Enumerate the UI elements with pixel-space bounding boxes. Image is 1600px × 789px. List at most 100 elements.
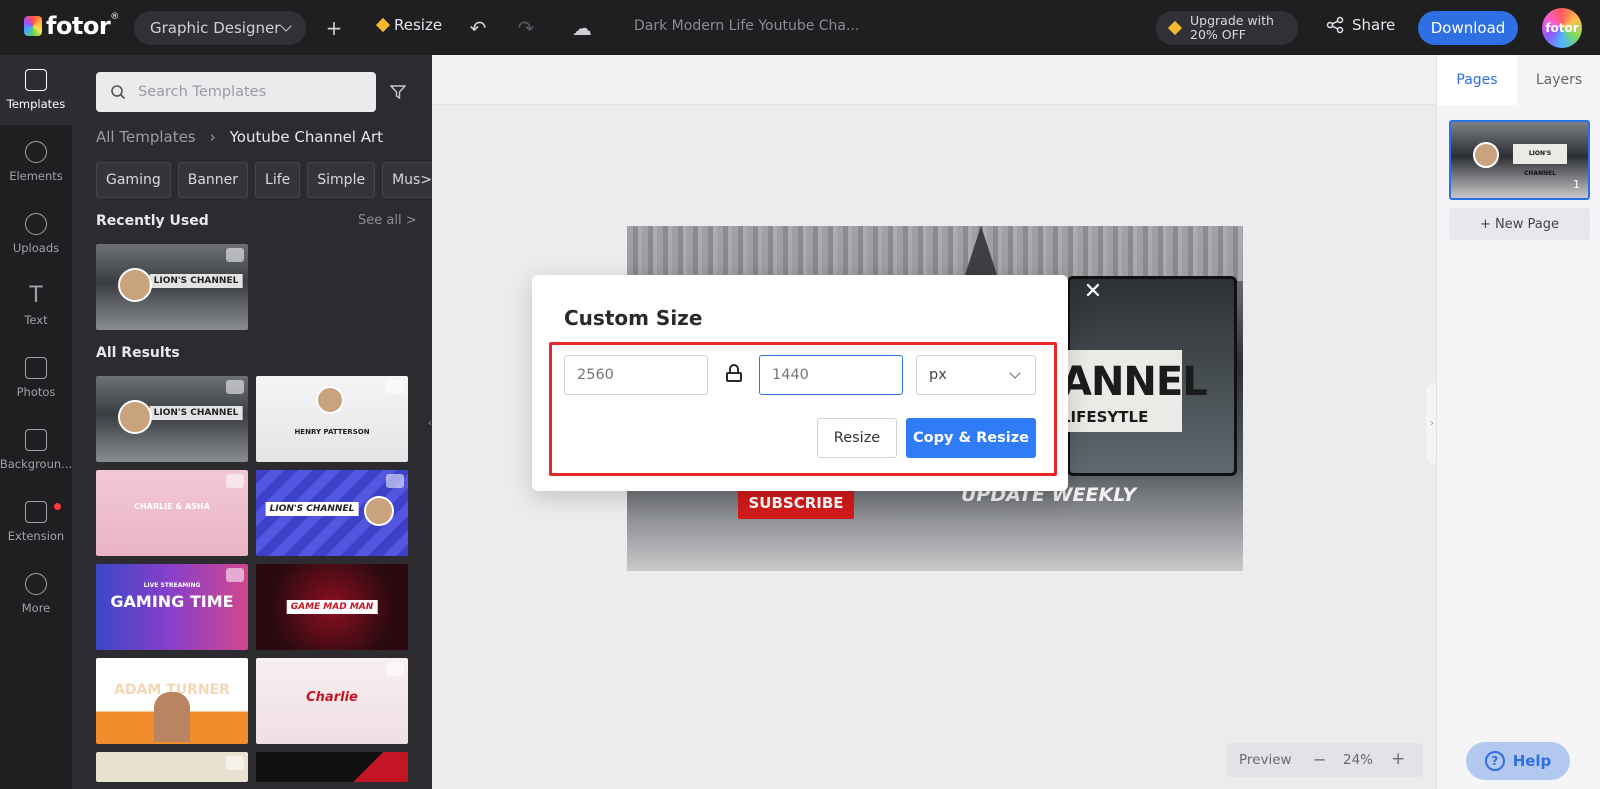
rail-item-background[interactable]: Backgroun...	[0, 415, 72, 485]
zoom-out-button[interactable]: −	[1313, 750, 1326, 769]
zoom-controls: Preview − 24% +	[1227, 743, 1423, 777]
category-chips: Gaming Banner Life Simple Mus>	[96, 162, 443, 198]
upload-icon	[25, 213, 47, 235]
favorite-icon[interactable]	[226, 248, 244, 262]
photo-icon	[25, 357, 47, 379]
fotor-logo[interactable]: fotor®	[24, 12, 119, 40]
close-icon[interactable]: ✕	[1082, 281, 1104, 303]
notification-dot	[54, 503, 61, 510]
thumb-title: LION'S CHANNEL	[265, 502, 359, 516]
elements-icon	[25, 141, 47, 163]
template-thumb[interactable]: HENRY PATTERSON	[256, 376, 408, 462]
recently-used-heading: Recently Used	[96, 213, 209, 229]
page-thumbnail[interactable]: LION'S CHANNEL 1	[1449, 120, 1590, 200]
chip-simple[interactable]: Simple	[307, 162, 376, 198]
channel-subtitle-text[interactable]: LIFESYTLE	[1057, 408, 1182, 426]
share-label: Share	[1352, 16, 1396, 34]
rail-item-photos[interactable]: Photos	[0, 343, 72, 413]
filter-icon[interactable]	[389, 85, 407, 100]
search-icon	[111, 85, 126, 100]
role-selector-label: Graphic Designer	[150, 19, 281, 37]
template-thumb[interactable]: CHARLIE & ASHA	[96, 470, 248, 556]
help-button[interactable]: ? Help	[1466, 742, 1570, 780]
document-title[interactable]: Dark Modern Life Youtube Cha...	[634, 18, 859, 34]
page-number: 1	[1573, 178, 1580, 191]
channel-title-text[interactable]: ANNEL	[1057, 362, 1208, 402]
template-thumb[interactable]: Charlie	[256, 658, 408, 744]
height-input[interactable]	[759, 355, 903, 395]
upgrade-button[interactable]: Upgrade with 20% OFF	[1156, 11, 1298, 45]
unit-select[interactable]: px	[916, 355, 1036, 395]
template-thumb[interactable]: LION'S CHANNEL	[96, 376, 248, 462]
template-thumb[interactable]	[256, 752, 408, 782]
favorite-icon[interactable]	[226, 662, 244, 676]
favorite-icon[interactable]	[226, 474, 244, 488]
copy-and-resize-button[interactable]: Copy & Resize	[906, 418, 1036, 458]
template-thumb[interactable]: ADAM TURNER	[96, 658, 248, 744]
chip-banner[interactable]: Banner	[177, 162, 249, 198]
upgrade-line-2: 20% OFF	[1190, 27, 1246, 42]
rail-item-templates[interactable]: Templates	[0, 55, 72, 125]
see-all-link[interactable]: See all >	[358, 213, 417, 228]
rail-label: Backgroun...	[0, 457, 73, 471]
template-thumb[interactable]: LIVE STREAMING GAMING TIME	[96, 564, 248, 650]
search-input[interactable]	[138, 84, 358, 100]
chevron-down-icon	[1009, 367, 1021, 379]
tab-layers[interactable]: Layers	[1517, 55, 1600, 105]
zoom-level[interactable]: 24%	[1343, 752, 1373, 768]
favorite-icon[interactable]	[226, 380, 244, 394]
premium-diamond-icon	[1167, 20, 1183, 36]
breadcrumb-current: Youtube Channel Art	[229, 128, 384, 146]
favorite-icon[interactable]	[386, 662, 404, 676]
pages-panel: Pages Layers LION'S CHANNEL 1 + New Page	[1436, 55, 1600, 789]
add-icon[interactable]: +	[322, 16, 346, 40]
help-label: Help	[1512, 752, 1552, 770]
redo-icon[interactable]: ↷	[514, 16, 538, 40]
preview-button[interactable]: Preview	[1239, 752, 1292, 768]
chevron-right-icon: ›	[209, 128, 216, 146]
resize-button[interactable]: Resize	[817, 418, 897, 458]
rail-label: Templates	[6, 97, 66, 111]
new-page-button[interactable]: + New Page	[1449, 208, 1590, 240]
share-button[interactable]: Share	[1326, 16, 1395, 34]
background-icon	[25, 429, 47, 451]
chip-life[interactable]: Life	[255, 162, 301, 198]
favorite-icon[interactable]	[386, 474, 404, 488]
favorite-icon[interactable]	[386, 380, 404, 394]
template-thumb-recent[interactable]: LION'S CHANNEL	[96, 244, 248, 330]
template-thumb[interactable]: GAME MAD MAN	[256, 564, 408, 650]
extension-icon	[25, 501, 47, 523]
favorite-icon[interactable]	[226, 568, 244, 582]
thumb-title: LION'S CHANNEL	[149, 406, 243, 420]
zoom-in-button[interactable]: +	[1391, 749, 1405, 769]
width-input[interactable]	[564, 355, 708, 395]
avatar[interactable]: fotor	[1542, 8, 1582, 48]
rail-item-text[interactable]: T Text	[0, 271, 72, 341]
favorite-icon[interactable]	[226, 756, 244, 770]
resize-button[interactable]: Resize	[375, 16, 442, 34]
template-thumb[interactable]	[96, 752, 248, 782]
chip-gaming[interactable]: Gaming	[96, 162, 171, 198]
share-icon	[1326, 16, 1344, 34]
rail-item-uploads[interactable]: Uploads	[0, 199, 72, 269]
search-box[interactable]	[96, 72, 376, 112]
tab-pages[interactable]: Pages	[1437, 55, 1517, 105]
rail-label: Uploads	[12, 241, 60, 255]
unlock-ratio-icon[interactable]	[726, 364, 742, 382]
thumb-title: LION'S CHANNEL	[149, 274, 243, 288]
rail-item-elements[interactable]: Elements	[0, 127, 72, 197]
canvas-toolbar	[432, 55, 1436, 105]
breadcrumb-root[interactable]: All Templates	[96, 128, 196, 146]
download-button[interactable]: Download	[1418, 11, 1518, 45]
cloud-upload-icon[interactable]: ☁	[570, 16, 594, 40]
template-thumb[interactable]: LION'S CHANNEL	[256, 470, 408, 556]
undo-icon[interactable]: ↶	[466, 16, 490, 40]
title-card: ANNEL LIFESYTLE	[1057, 350, 1208, 432]
unit-select-value: px	[929, 367, 947, 383]
avatar-circle	[118, 268, 152, 302]
rail-item-more[interactable]: More	[0, 559, 72, 629]
person-photo	[154, 692, 190, 742]
subscribe-badge[interactable]: SUBSCRIBE	[738, 487, 854, 519]
role-selector[interactable]: Graphic Designer	[134, 11, 306, 45]
rail-item-extension[interactable]: Extension	[0, 487, 72, 557]
